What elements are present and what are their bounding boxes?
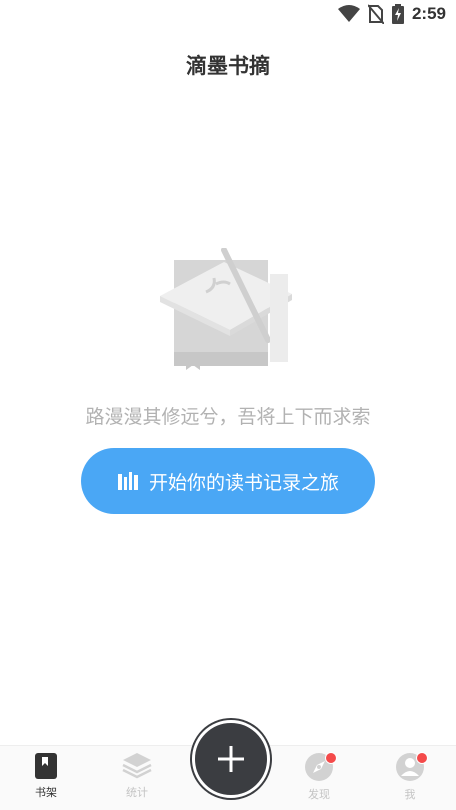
discover-badge — [325, 752, 337, 764]
status-icons: 2:59 — [337, 4, 446, 24]
add-book-button[interactable] — [192, 720, 270, 798]
page-title: 滴墨书摘 — [186, 54, 270, 78]
plus-icon — [218, 746, 244, 772]
empty-state-quote: 路漫漫其修远兮，吾将上下而求索 — [85, 406, 371, 428]
layers-icon — [122, 753, 152, 779]
start-reading-label: 开始你的读书记录之旅 — [148, 471, 339, 494]
empty-book-icon — [160, 248, 292, 370]
bookshelf-nav-icon — [35, 753, 57, 779]
battery-charging-icon — [391, 4, 404, 24]
nav-label-me: 我 — [404, 788, 416, 801]
nav-item-bookshelf[interactable]: 书架 — [16, 752, 76, 800]
wifi-icon — [337, 5, 360, 22]
nav-label-stats: 统计 — [126, 786, 148, 799]
status-time: 2:59 — [411, 4, 446, 23]
nav-item-discover[interactable]: 发现 — [289, 752, 349, 802]
me-badge — [416, 752, 428, 764]
nav-label-discover: 发现 — [308, 788, 330, 801]
no-sim-icon — [367, 4, 384, 24]
status-bar: 2:59 — [0, 0, 456, 30]
nav-label-bookshelf: 书架 — [35, 786, 57, 799]
start-reading-button[interactable]: 开始你的读书记录之旅 — [81, 448, 375, 514]
nav-item-me[interactable]: 我 — [380, 752, 440, 802]
nav-item-stats[interactable]: 统计 — [107, 752, 167, 800]
bookshelf-icon — [117, 472, 138, 490]
